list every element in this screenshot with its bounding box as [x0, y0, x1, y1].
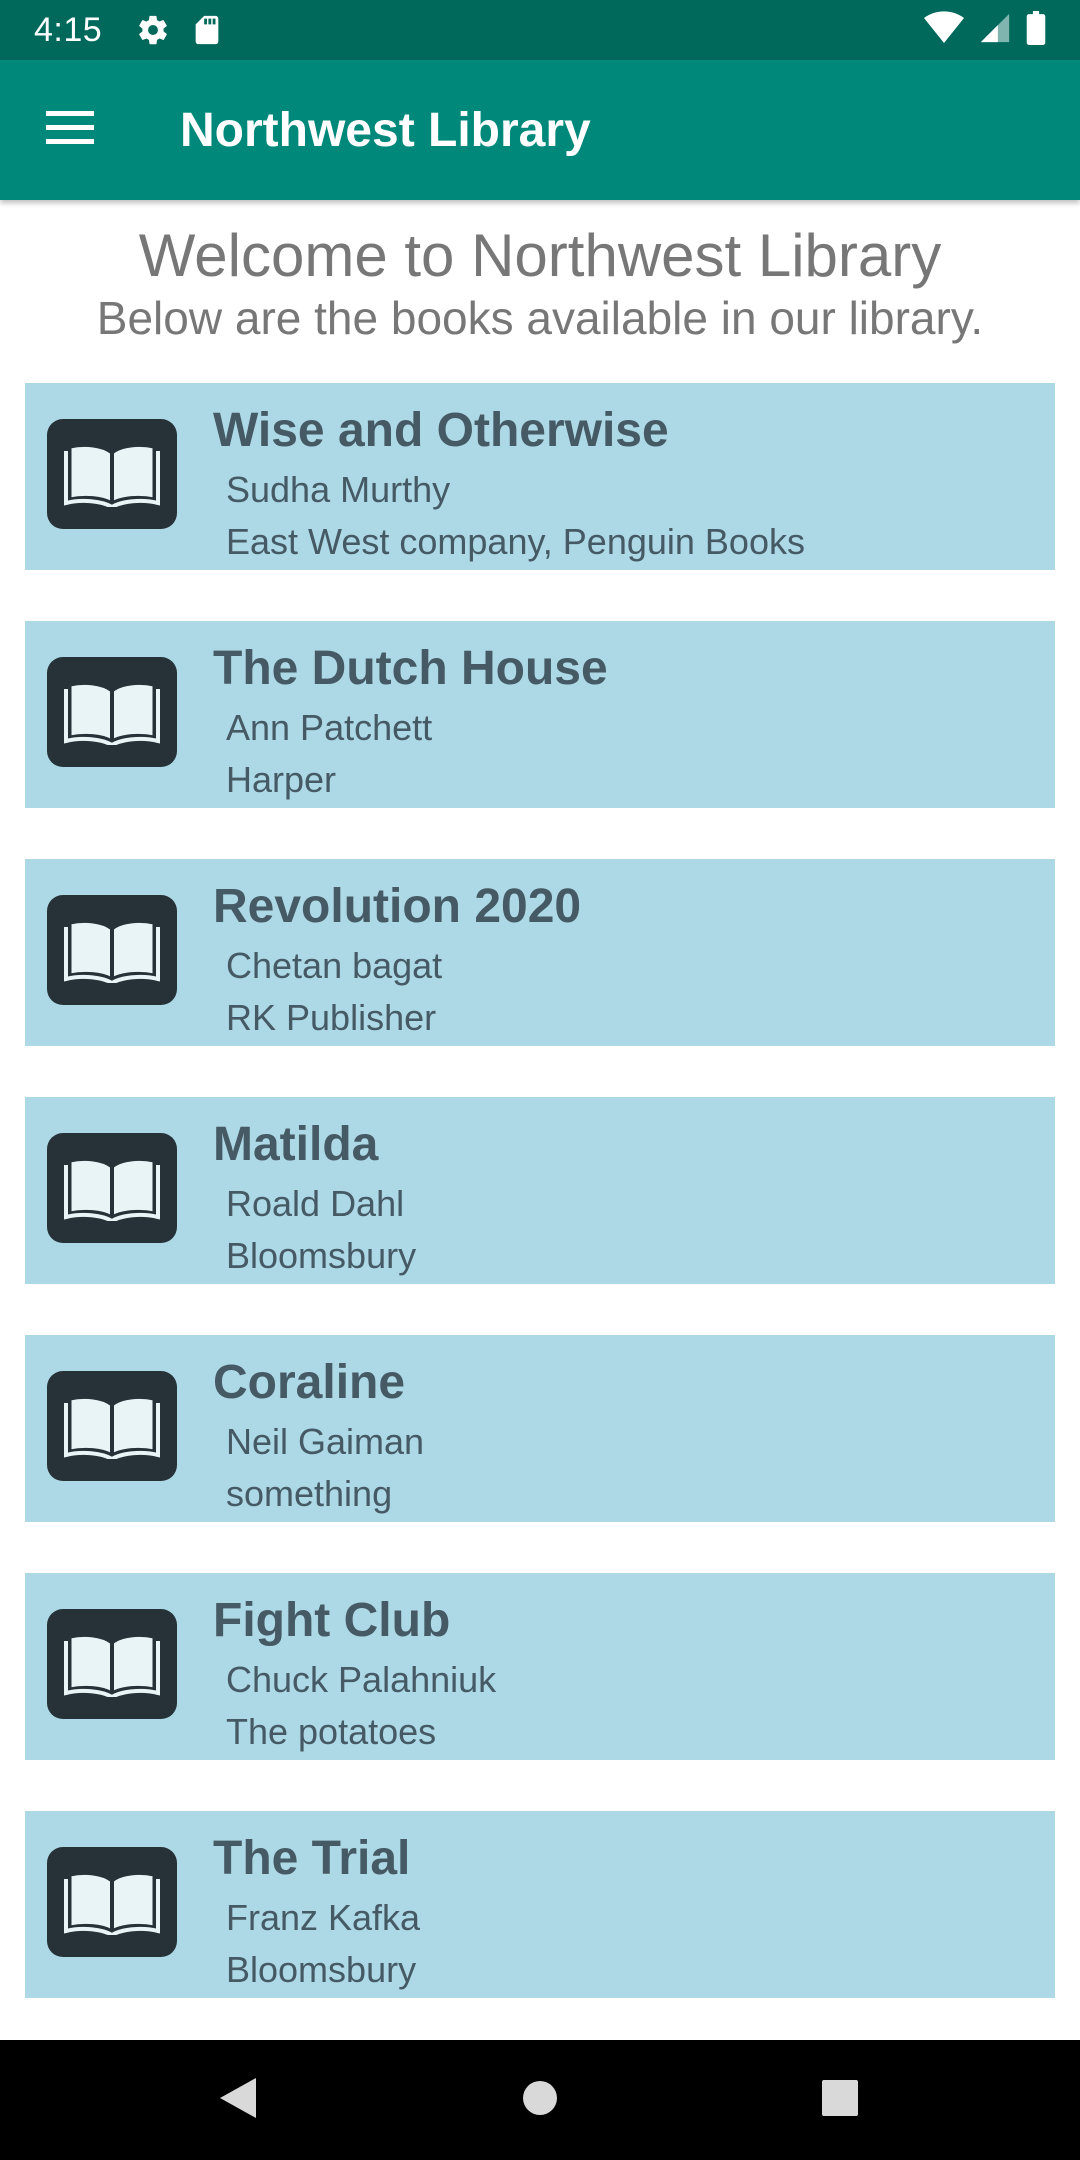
book-publisher: East West company, Penguin Books: [226, 521, 805, 562]
book-author: Sudha Murthy: [226, 469, 451, 510]
back-button[interactable]: [178, 2040, 298, 2160]
book-publisher: The potatoes: [226, 1711, 437, 1752]
status-time: 4:15: [34, 10, 103, 49]
gear-icon: [136, 13, 170, 47]
book-icon: [47, 1133, 177, 1243]
recents-button[interactable]: [780, 2040, 900, 2160]
book-publisher: something: [226, 1473, 393, 1514]
book-card[interactable]: Wise and Otherwise Sudha Murthy East Wes…: [25, 383, 1055, 570]
book-card[interactable]: Coraline Neil Gaiman something: [25, 1335, 1055, 1522]
book-title: Revolution 2020: [213, 880, 582, 933]
book-title: The Trial: [213, 1832, 411, 1885]
book-card[interactable]: Matilda Roald Dahl Bloomsbury: [25, 1097, 1055, 1284]
book-card[interactable]: Revolution 2020 Chetan bagat RK Publishe…: [25, 859, 1055, 1046]
home-icon: [521, 2079, 559, 2122]
app-bar: Northwest Library: [0, 60, 1080, 200]
book-title: Fight Club: [213, 1594, 451, 1647]
signal-icon: [978, 11, 1012, 50]
back-icon: [218, 2076, 258, 2125]
book-title: Matilda: [213, 1118, 379, 1171]
recents-icon: [820, 2078, 860, 2123]
status-icons-right: [924, 10, 1046, 50]
book-icon: [47, 1847, 177, 1957]
book-publisher: RK Publisher: [226, 997, 437, 1038]
wifi-icon: [924, 10, 964, 50]
screen: 4:15 Northwest Library Welcome to Northw…: [0, 0, 1080, 2160]
book-publisher: Bloomsbury: [226, 1949, 417, 1990]
book-title: Coraline: [213, 1356, 406, 1409]
book-icon: [47, 419, 177, 529]
book-icon: [47, 1371, 177, 1481]
book-author: Chetan bagat: [226, 945, 443, 986]
navigation-bar: [0, 2040, 1080, 2160]
welcome-heading: Welcome to Northwest Library: [138, 222, 942, 289]
home-button[interactable]: [480, 2040, 600, 2160]
book-author: Franz Kafka: [226, 1897, 421, 1938]
book-icon: [47, 895, 177, 1005]
book-title: The Dutch House: [213, 642, 608, 695]
battery-icon: [1026, 10, 1046, 50]
book-author: Roald Dahl: [226, 1183, 405, 1224]
book-author: Neil Gaiman: [226, 1421, 425, 1462]
app-title: Northwest Library: [180, 103, 591, 157]
book-title: Wise and Otherwise: [213, 404, 669, 457]
book-icon: [47, 657, 177, 767]
book-card[interactable]: The Trial Franz Kafka Bloomsbury: [25, 1811, 1055, 1998]
status-bar: 4:15: [0, 0, 1080, 60]
content: Welcome to Northwest Library Below are t…: [0, 200, 1080, 346]
welcome-subtitle: Below are the books available in our lib…: [96, 292, 984, 344]
book-publisher: Bloomsbury: [226, 1235, 417, 1276]
menu-button[interactable]: [0, 60, 140, 200]
book-author: Ann Patchett: [226, 707, 433, 748]
book-publisher: Harper: [226, 759, 337, 800]
book-author: Chuck Palahniuk: [226, 1659, 497, 1700]
sd-card-icon: [192, 13, 222, 47]
book-card[interactable]: Fight Club Chuck Palahniuk The potatoes: [25, 1573, 1055, 1760]
book-icon: [47, 1609, 177, 1719]
book-card[interactable]: The Dutch House Ann Patchett Harper: [25, 621, 1055, 808]
hamburger-menu-icon: [46, 110, 94, 150]
